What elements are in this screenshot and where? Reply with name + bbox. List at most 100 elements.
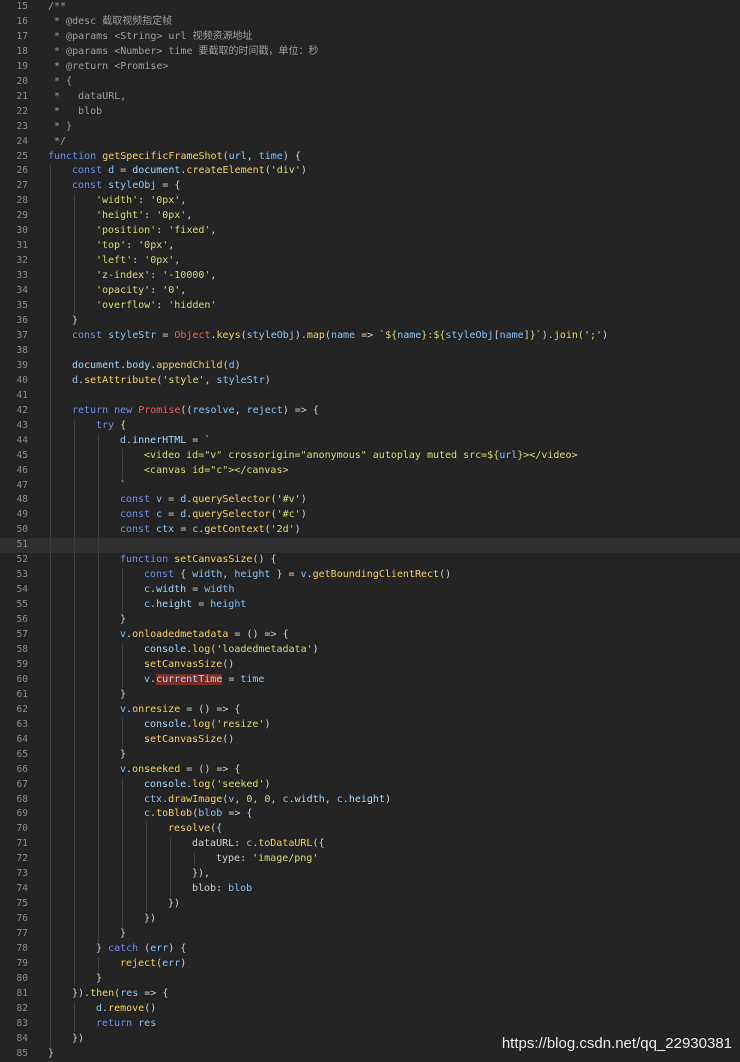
indent-guide: [74, 822, 75, 838]
code-line[interactable]: 17 * @params <String> url 视频资源地址: [0, 30, 740, 45]
code-line[interactable]: 48 const v = d.querySelector('#v'): [0, 493, 740, 509]
code-line[interactable]: 65}: [0, 747, 740, 763]
code-text: const ctx = c.getContext('2d'): [120, 523, 301, 538]
code-line[interactable]: 83 return res: [0, 1016, 740, 1032]
code-line[interactable]: 53 const { width, height } = v.getBoundin…: [0, 568, 740, 584]
code-line[interactable]: 52 function setCanvasSize() {: [0, 553, 740, 569]
line-number: 19: [16, 60, 28, 72]
code-line[interactable]: 46 <canvas id="c"></canvas>: [0, 463, 740, 479]
code-line[interactable]: 32 'left': '0px',: [0, 254, 740, 270]
code-line[interactable]: 43 try {: [0, 418, 740, 434]
code-token: '0': [162, 285, 181, 297]
indent-guide: [122, 897, 123, 913]
code-line[interactable]: 77}: [0, 927, 740, 943]
code-line[interactable]: 25 function getSpecificFrameShot(url, tim…: [0, 150, 740, 165]
code-line[interactable]: 20 * {: [0, 75, 740, 90]
indent-guide: [98, 732, 99, 748]
code-line[interactable]: 39 document.body.appendChild(d): [0, 358, 740, 374]
code-token: * @params <String> url 视频资源地址: [48, 30, 253, 42]
code-line[interactable]: 75}): [0, 897, 740, 913]
code-line[interactable]: 45 <video id="v" crossorigin="anonymous" …: [0, 448, 740, 464]
indent-guide: [74, 642, 75, 658]
code-line[interactable]: 73}),: [0, 867, 740, 883]
code-token: (): [198, 763, 217, 775]
code-line[interactable]: 38: [0, 343, 740, 359]
code-line[interactable]: 16 * @desc 截取视频指定帧: [0, 15, 740, 30]
code-line[interactable]: 31 'top': '0px',: [0, 239, 740, 255]
code-text: c.width = width: [144, 583, 234, 598]
code-line[interactable]: 27 const styleObj = {: [0, 179, 740, 195]
indent-guide: [122, 642, 123, 658]
code-line[interactable]: 30 'position': 'fixed',: [0, 224, 740, 240]
code-line[interactable]: 55 c.height = height: [0, 598, 740, 614]
code-line[interactable]: 28 'width': '0px',: [0, 194, 740, 210]
indent-guide: [146, 867, 147, 883]
code-text: v.onloadedmetadata = () => {: [120, 628, 289, 643]
line-number: 84: [16, 1032, 28, 1044]
code-line[interactable]: 67 console.log('seeked'): [0, 777, 740, 793]
code-line[interactable]: 61}: [0, 687, 740, 703]
line-number: 72: [16, 853, 28, 865]
code-line[interactable]: 19 * @return <Promise>: [0, 60, 740, 75]
code-line[interactable]: 24 */: [0, 135, 740, 150]
indent-guide: [50, 897, 51, 913]
code-line[interactable]: 18 * @params <Number> time 要截取的时间戳，单位：秒: [0, 45, 740, 60]
indent-guide: [122, 583, 123, 599]
code-line[interactable]: 71 dataURL: c.toDataURL({: [0, 837, 740, 853]
code-line[interactable]: 79 reject(err): [0, 957, 740, 972]
code-line[interactable]: 56}: [0, 613, 740, 629]
code-token: ): [282, 404, 295, 416]
code-token: 'style': [162, 374, 205, 386]
code-line[interactable]: 82 d.remove(): [0, 1001, 740, 1017]
code-line[interactable]: 74 blob: blob: [0, 882, 740, 898]
code-line[interactable]: 23 * }: [0, 120, 740, 135]
code-line[interactable]: 58 console.log('loadedmetadata'): [0, 642, 740, 658]
code-line[interactable]: 36}: [0, 314, 740, 329]
code-line[interactable]: 57 v.onloadedmetadata = () => {: [0, 628, 740, 643]
code-line[interactable]: 41: [0, 388, 740, 404]
indent-guide: [74, 448, 75, 464]
code-line[interactable]: 40 d.setAttribute('style', styleStr): [0, 373, 740, 389]
code-line[interactable]: 37 const styleStr = Object.keys(styleObj)…: [0, 328, 740, 344]
code-line[interactable]: 70 resolve({: [0, 822, 740, 838]
code-line[interactable]: 63 console.log('resize'): [0, 717, 740, 733]
code-line[interactable]: 29 'height': '0px',: [0, 209, 740, 225]
indent-guide: [50, 1031, 51, 1047]
code-line[interactable]: 34 'opacity': '0',: [0, 284, 740, 300]
code-line[interactable]: 62 v.onresize = () => {: [0, 702, 740, 718]
indent-guide: [50, 508, 51, 524]
code-line[interactable]: 78} catch (err) {: [0, 942, 740, 957]
code-line[interactable]: 76}): [0, 912, 740, 928]
code-token: 'fixed': [168, 225, 211, 237]
code-line[interactable]: 54 c.width = width: [0, 583, 740, 599]
code-line[interactable]: 49 const c = d.querySelector('#c'): [0, 508, 740, 524]
code-line[interactable]: 22 * blob: [0, 105, 740, 120]
code-line[interactable]: 69 c.toBlob(blob => {: [0, 807, 740, 823]
code-line[interactable]: 81}).then(res => {: [0, 986, 740, 1002]
code-line[interactable]: 26 const d = document.createElement('div'…: [0, 164, 740, 180]
code-line[interactable]: 44 d.innerHTML = `: [0, 433, 740, 449]
code-line[interactable]: 66 v.onseeked = () => {: [0, 762, 740, 778]
indent-guide: [50, 852, 51, 868]
code-token: reject: [120, 958, 157, 969]
code-line[interactable]: 47 `: [0, 478, 740, 494]
code-token: return: [96, 1017, 139, 1029]
indent-guide: [74, 732, 75, 748]
code-line[interactable]: 15 /**: [0, 0, 740, 15]
code-editor[interactable]: 15/** 16 * @desc 截取视频指定帧 17 * @params <Str…: [0, 0, 740, 1062]
code-line[interactable]: 64 setCanvasSize(): [0, 732, 740, 748]
code-line[interactable]: 80}: [0, 971, 740, 987]
code-line[interactable]: 35 'overflow': 'hidden': [0, 299, 740, 315]
code-line[interactable]: 68 ctx.drawImage(v, 0, 0, c.width, c.heig…: [0, 792, 740, 808]
code-token: '2d': [270, 524, 295, 536]
code-line[interactable]: 51: [0, 538, 740, 554]
code-token: }></video>: [517, 449, 578, 461]
code-line[interactable]: 50 const ctx = c.getContext('2d'): [0, 523, 740, 539]
code-line[interactable]: 72 type: 'image/png': [0, 852, 740, 868]
code-line[interactable]: 60 v.currentTime = time: [0, 672, 740, 688]
code-line[interactable]: 42 return new Promise((resolve, reject) =…: [0, 403, 740, 419]
code-line[interactable]: 21 * dataURL,: [0, 90, 740, 105]
code-line[interactable]: 33 'z-index': '-10000',: [0, 269, 740, 285]
code-line[interactable]: 59 setCanvasSize(): [0, 657, 740, 673]
line-number: 38: [16, 344, 28, 356]
